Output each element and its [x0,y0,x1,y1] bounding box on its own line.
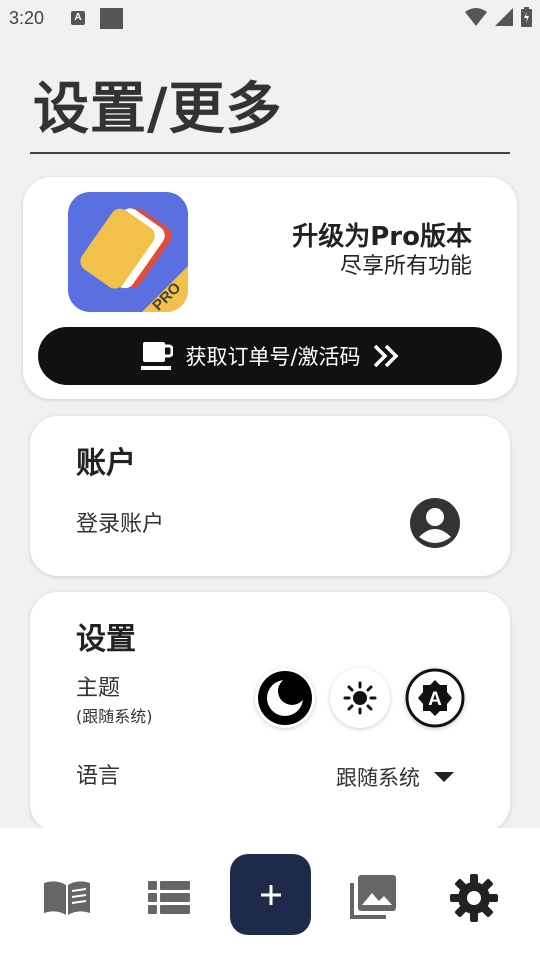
account-section-title: 账户 [76,446,136,481]
add-button[interactable] [230,854,311,935]
notification-square-icon [100,8,123,29]
login-account-item[interactable]: 登录账户 [76,506,164,538]
dropdown-arrow-icon [434,772,454,782]
settings-section-title: 设置 [76,622,136,657]
page-title: 设置/更多 [33,77,283,142]
get-activation-code-label: 获取订单号/激活码 [185,345,361,369]
status-icons [465,7,532,27]
image-icon [350,875,396,919]
auto-theme-icon: A [405,668,465,728]
list-icon [148,881,190,914]
bottom-navigation [0,828,540,960]
pro-text: 升级为Pro版本 尽享所有功能 [292,221,472,281]
pro-upgrade-card: PRO 升级为Pro版本 尽享所有功能 获取订单号/激活码 [23,177,517,399]
add-icon [260,884,281,905]
gear-icon [450,874,498,922]
sun-icon [343,681,377,715]
title-divider [30,152,510,154]
theme-current-value: (跟随系统) [76,707,153,726]
status-time: 3:20 [9,8,45,28]
nav-book[interactable] [41,872,93,924]
battery-icon [521,7,532,27]
theme-auto-button[interactable]: A [405,668,465,728]
coffee-icon [141,342,174,370]
theme-light-button[interactable] [330,668,390,728]
wifi-icon [465,8,487,26]
pro-subtitle: 尽享所有功能 [339,254,472,279]
account-card: 账户 登录账户 [30,416,510,576]
language-label: 语言 [76,764,121,789]
theme-label: 主题 [76,676,121,701]
moon-icon [258,671,312,725]
book-icon [44,881,90,915]
signal-icon [495,8,513,26]
get-activation-code-button[interactable]: 获取订单号/激活码 [38,327,502,385]
theme-dark-button[interactable] [255,668,315,728]
nav-settings[interactable] [448,872,500,924]
double-chevron-right-icon [373,344,399,368]
auto-theme-letter: A [428,689,442,710]
pro-app-logo: PRO [68,192,188,312]
nav-gallery[interactable] [347,872,399,924]
language-value: 跟随系统 [336,766,420,790]
status-bar: 3:20 A [0,0,540,36]
notification-a-icon: A [71,11,85,25]
language-select[interactable]: 跟随系统 [336,762,454,792]
pro-title: 升级为Pro版本 [292,222,472,252]
nav-list[interactable] [143,872,195,924]
account-circle-icon[interactable] [409,497,461,549]
settings-card: 设置 主题 (跟随系统) A 语言 跟随系统 [30,592,510,832]
